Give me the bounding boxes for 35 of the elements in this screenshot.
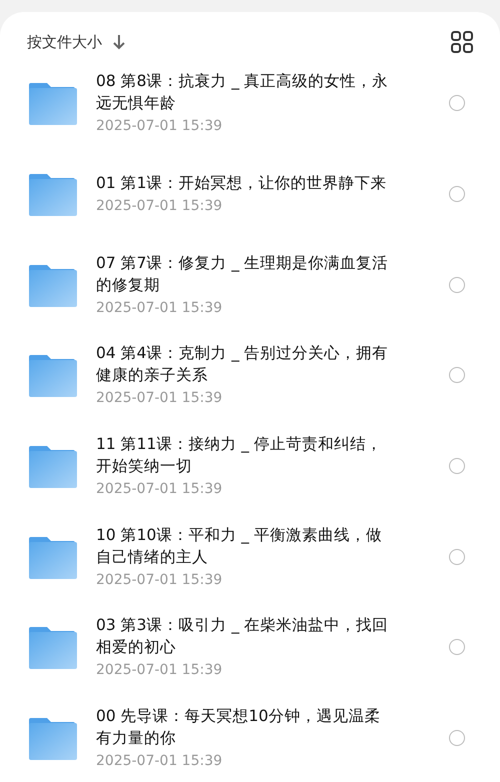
folder-icon [29, 81, 77, 126]
file-date: 2025-07-01 15:39 [96, 752, 224, 772]
folder-icon [29, 444, 77, 488]
select-radio[interactable] [449, 186, 465, 202]
select-radio[interactable] [449, 730, 465, 746]
file-name[interactable]: 10 第10课：平和力 _ 平衡激素曲线，做自己情绪的主人 [96, 524, 396, 568]
file-name[interactable]: 08 第8课：抗衰力 _ 真正高级的女性，永远无惧年龄 [96, 70, 396, 114]
select-radio[interactable] [449, 95, 465, 112]
grid-view-icon[interactable] [451, 31, 473, 53]
file-date: 2025-07-01 15:39 [96, 197, 224, 216]
folder-icon [29, 262, 77, 307]
file-name[interactable]: 11 第11课：接纳力 _ 停止苛责和纠结，开始笑纳一切 [96, 433, 396, 478]
arrow-down-icon [112, 34, 126, 50]
file-date: 2025-07-01 15:39 [96, 570, 224, 590]
folder-icon [29, 172, 77, 216]
folder-icon [29, 625, 77, 670]
select-radio[interactable] [449, 367, 465, 384]
file-date: 2025-07-01 15:39 [96, 298, 224, 318]
folder-icon [29, 353, 77, 398]
file-date: 2025-07-01 15:39 [96, 661, 224, 680]
file-date: 2025-07-01 15:39 [96, 117, 224, 136]
file-name[interactable]: 00 先导课：每天冥想10分钟，遇见温柔有力量的你 [96, 705, 396, 750]
file-name[interactable]: 01 第1课：开始冥想，让你的世界静下来 [96, 172, 396, 194]
file-name[interactable]: 07 第7课：修复力 _ 生理期是你满血复活的修复期 [96, 252, 396, 296]
folder-icon [29, 716, 77, 760]
file-name[interactable]: 04 第4课：克制力 _ 告别过分关心，拥有健康的亲子关系 [96, 342, 396, 386]
select-radio[interactable] [449, 276, 465, 293]
file-name[interactable]: 03 第3课：吸引力 _ 在柴米油盐中，找回相爱的初心 [96, 614, 396, 658]
select-radio[interactable] [449, 548, 465, 565]
file-date: 2025-07-01 15:39 [96, 480, 224, 500]
folder-icon [29, 534, 77, 579]
file-date: 2025-07-01 15:39 [96, 389, 224, 408]
sort-button[interactable]: 按文件大小 [27, 30, 126, 54]
select-radio[interactable] [449, 458, 465, 474]
select-radio[interactable] [449, 639, 465, 656]
